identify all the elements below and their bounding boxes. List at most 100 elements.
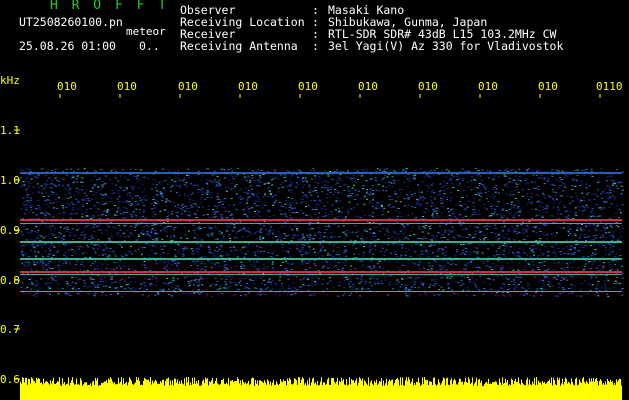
noise-pixel (144, 284, 147, 286)
noise-pixel (583, 229, 586, 231)
noise-pixel (154, 238, 157, 240)
noise-pixel (25, 207, 28, 209)
noise-pixel (396, 243, 399, 245)
noise-pixel (513, 288, 516, 290)
noise-pixel (138, 178, 141, 180)
noise-pixel (373, 265, 375, 267)
noise-pixel (105, 201, 108, 203)
noise-pixel (291, 174, 294, 176)
noise-pixel (242, 214, 245, 216)
noise-pixel (497, 256, 500, 258)
noise-pixel (57, 293, 60, 295)
noise-pixel (507, 230, 510, 232)
noise-pixel (351, 193, 354, 194)
noise-pixel (320, 249, 323, 251)
noise-pixel (91, 235, 94, 236)
noise-pixel (350, 177, 353, 179)
noise-pixel (382, 190, 385, 192)
noise-pixel (192, 252, 195, 254)
noise-pixel (273, 229, 276, 231)
noise-pixel (602, 191, 605, 193)
noise-pixel (433, 210, 436, 212)
noise-pixel (459, 205, 462, 206)
noise-pixel (97, 244, 100, 246)
noise-pixel (327, 175, 330, 177)
noise-pixel (163, 197, 166, 199)
noise-pixel (462, 178, 465, 180)
noise-pixel (526, 203, 529, 205)
noise-pixel (446, 188, 449, 190)
noise-pixel (290, 294, 293, 296)
noise-pixel (75, 282, 77, 284)
noise-pixel (237, 231, 240, 232)
noise-pixel (48, 267, 51, 269)
noise-pixel (46, 183, 49, 185)
noise-pixel (492, 188, 495, 190)
noise-pixel (368, 252, 371, 254)
noise-pixel (454, 264, 457, 266)
noise-pixel (57, 184, 60, 186)
noise-pixel (599, 236, 602, 238)
noise-pixel (58, 232, 61, 234)
noise-pixel (216, 196, 219, 198)
noise-pixel (47, 282, 50, 284)
noise-pixel (209, 285, 212, 287)
noise-pixel (530, 181, 533, 183)
noise-pixel (198, 226, 201, 228)
noise-pixel (260, 250, 263, 252)
noise-pixel (141, 294, 144, 296)
noise-pixel (88, 215, 91, 217)
noise-pixel (23, 224, 26, 226)
noise-pixel (354, 268, 357, 270)
noise-pixel (557, 209, 560, 211)
noise-pixel (537, 255, 540, 256)
noise-pixel (123, 212, 125, 213)
noise-pixel (498, 238, 501, 240)
noise-pixel (311, 280, 314, 282)
noise-pixel (36, 237, 39, 239)
noise-pixel (190, 276, 193, 278)
noise-pixel (233, 253, 236, 255)
noise-pixel (329, 280, 332, 282)
noise-pixel (66, 286, 69, 288)
noise-pixel (133, 185, 136, 187)
noise-pixel (303, 276, 306, 278)
noise-pixel (116, 262, 119, 264)
noise-pixel (546, 206, 549, 208)
noise-pixel (527, 199, 530, 201)
noise-pixel (358, 190, 361, 192)
noise-pixel (415, 216, 418, 218)
noise-pixel (369, 278, 372, 280)
noise-pixel (305, 206, 307, 208)
noise-pixel (570, 292, 573, 293)
noise-pixel (58, 235, 61, 237)
noise-pixel (604, 254, 607, 256)
noise-pixel (349, 197, 352, 199)
noise-pixel (607, 175, 609, 177)
noise-pixel (535, 227, 538, 229)
noise-pixel (516, 225, 519, 227)
noise-pixel (90, 243, 93, 245)
noise-pixel (119, 229, 122, 231)
noise-pixel (155, 194, 158, 196)
noise-pixel (600, 221, 602, 223)
noise-pixel (522, 174, 525, 175)
noise-pixel (326, 288, 329, 290)
noise-pixel (119, 259, 122, 261)
noise-pixel (438, 285, 441, 287)
noise-pixel (317, 204, 320, 206)
noise-pixel (565, 246, 568, 247)
noise-pixel (82, 200, 84, 201)
noise-pixel (30, 232, 33, 234)
noise-pixel (329, 254, 332, 256)
noise-pixel (231, 170, 234, 172)
noise-pixel (75, 260, 78, 262)
noise-pixel (74, 234, 77, 236)
noise-pixel (141, 201, 144, 203)
noise-pixel (418, 261, 421, 263)
noise-pixel (208, 180, 211, 182)
noise-pixel (50, 282, 53, 284)
noise-pixel (388, 203, 391, 205)
noise-pixel (290, 269, 293, 270)
noise-pixel (220, 206, 223, 208)
